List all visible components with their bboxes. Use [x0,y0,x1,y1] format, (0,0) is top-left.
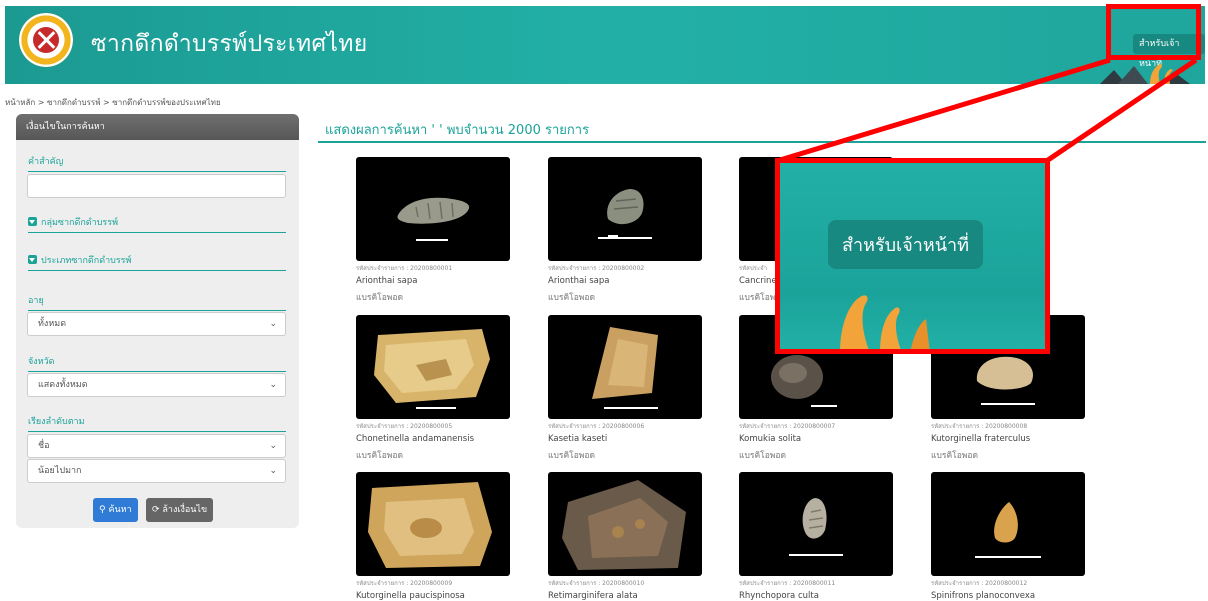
highlight-box [1106,4,1201,60]
zoomed-staff-button: สำหรับเจ้าหน้าที่ [828,220,984,269]
zoomed-staff-button-callout: สำหรับเจ้าหน้าที่ [775,158,1050,354]
dinosaur-icon [840,295,930,349]
